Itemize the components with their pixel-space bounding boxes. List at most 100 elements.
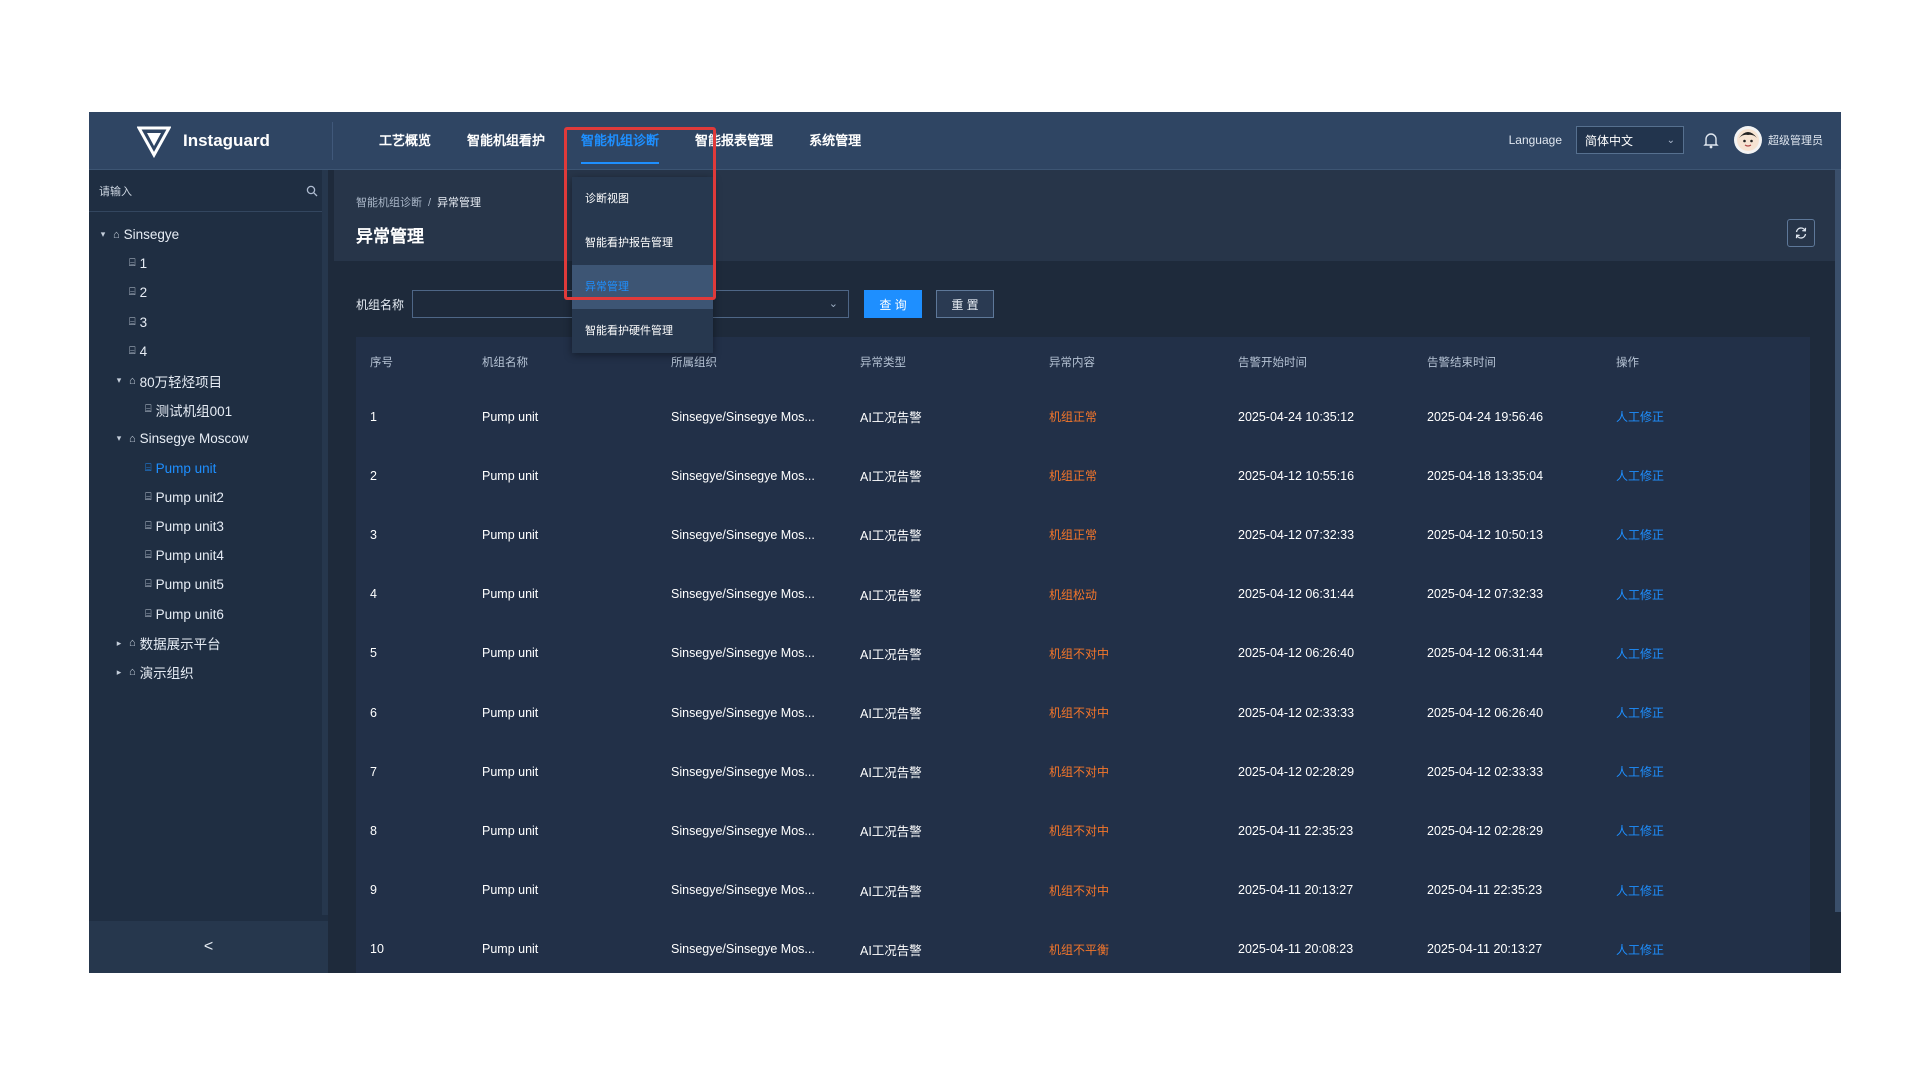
reset-button[interactable]: 重 置	[936, 290, 995, 318]
tree-node-label: Pump unit5	[155, 577, 224, 593]
tree-node[interactable]: ⌸ Pump unit5	[89, 570, 321, 599]
caret-down-icon[interactable]: ▾	[97, 229, 109, 240]
manual-correction-link[interactable]: 人工修正	[1616, 586, 1766, 603]
tree-node-label: Pump unit4	[155, 548, 224, 564]
tree-node[interactable]: ▾ ⌂ 80万轻烃项目	[89, 366, 321, 395]
caret-down-icon[interactable]: ▾	[113, 433, 125, 444]
bell-icon[interactable]	[1702, 131, 1720, 149]
unit-name-label: 机组名称	[356, 297, 405, 312]
tree-node[interactable]: ⌸ 1	[89, 249, 321, 278]
sidebar-search[interactable]: 请输入	[89, 170, 328, 212]
manual-correction-link[interactable]: 人工修正	[1616, 408, 1766, 425]
brand-divider	[332, 122, 333, 160]
manual-correction-link[interactable]: 人工修正	[1616, 704, 1766, 721]
search-input[interactable]: 请输入	[99, 183, 132, 199]
nav-item-process-overview[interactable]: 工艺概览	[379, 112, 431, 170]
diagnosis-dropdown-menu: 诊断视图 智能看护报告管理 异常管理 智能看护硬件管理	[572, 177, 713, 353]
tree-node[interactable]: ⌸ 2	[89, 278, 321, 307]
manual-correction-link[interactable]: 人工修正	[1616, 941, 1766, 958]
cell-alarm-start: 2025-04-12 02:28:29	[1238, 764, 1355, 779]
manual-correction-link[interactable]: 人工修正	[1616, 882, 1766, 899]
cell-anomaly-type: AI工况告警	[860, 884, 922, 899]
nav-item-unit-care[interactable]: 智能机组看护	[467, 112, 545, 170]
cell-organization: Sinsegye/Sinsegye Mos...	[671, 823, 815, 838]
tree-node-label: Sinsegye Moscow	[139, 431, 249, 447]
cell-anomaly-content: 机组不平衡	[1049, 942, 1110, 957]
main-scrollbar[interactable]	[1835, 170, 1841, 912]
cell-alarm-end: 2025-04-12 02:33:33	[1427, 764, 1544, 779]
tree-node[interactable]: ▾ ⌂ Sinsegye Moscow	[89, 424, 321, 453]
user-name[interactable]: 超级管理员	[1768, 132, 1823, 148]
tree-node[interactable]: ⌸ Pump unit4	[89, 541, 321, 570]
cell-unit-name: Pump unit	[482, 409, 539, 424]
tree-node[interactable]: ⌸ Pump unit2	[89, 483, 321, 512]
cell-unit-name: Pump unit	[482, 823, 539, 838]
page-title: 异常管理	[356, 227, 424, 246]
top-bar: Instaguard 工艺概览 智能机组看护 智能机组诊断 智能报表管理 系统管…	[89, 112, 1841, 170]
cell-alarm-end: 2025-04-11 20:13:27	[1427, 942, 1543, 957]
organization-icon: ⌂	[129, 374, 136, 387]
nav-item-report-management[interactable]: 智能报表管理	[695, 112, 773, 170]
manual-correction-link[interactable]: 人工修正	[1616, 763, 1766, 780]
cell-anomaly-type: AI工况告警	[860, 943, 922, 958]
tree-node[interactable]: ▾ ⌂ Sinsegye	[89, 220, 321, 249]
cell-index: 3	[370, 527, 377, 542]
tree-node[interactable]: ⌸ 4	[89, 337, 321, 366]
brand[interactable]: Instaguard	[137, 124, 270, 158]
menu-item-care-hardware-management[interactable]: 智能看护硬件管理	[572, 309, 713, 353]
breadcrumb-parent[interactable]: 智能机组诊断	[356, 197, 422, 209]
tree-node[interactable]: ⌸ Pump unit6	[89, 599, 321, 628]
breadcrumb-current: 异常管理	[437, 197, 482, 209]
table-row: 5 Pump unit Sinsegye/Sinsegye Mos... AI工况告警…	[356, 624, 1810, 683]
table-body: 1 Pump unit Sinsegye/Sinsegye Mos... AI工况告警…	[356, 387, 1810, 973]
manual-correction-link[interactable]: 人工修正	[1616, 467, 1766, 484]
tree-node-label: Pump unit	[155, 460, 217, 476]
header-index: 序号	[370, 357, 393, 369]
unit-icon: ⌸	[129, 344, 136, 357]
cell-index: 9	[370, 883, 377, 898]
tree-node[interactable]: ⌸ 3	[89, 308, 321, 337]
cell-anomaly-type: AI工况告警	[860, 411, 922, 426]
menu-item-care-report-management[interactable]: 智能看护报告管理	[572, 221, 713, 265]
refresh-button[interactable]	[1787, 219, 1815, 247]
organization-icon: ⌂	[129, 666, 136, 679]
cell-index: 4	[370, 587, 377, 602]
table-row: 9 Pump unit Sinsegye/Sinsegye Mos... AI工况告警…	[356, 861, 1810, 920]
cell-organization: Sinsegye/Sinsegye Mos...	[671, 527, 815, 542]
cell-organization: Sinsegye/Sinsegye Mos...	[671, 942, 815, 957]
caret-down-icon[interactable]: ▾	[113, 375, 125, 386]
cell-alarm-end: 2025-04-12 07:32:33	[1427, 587, 1544, 602]
menu-item-anomaly-management[interactable]: 异常管理	[572, 265, 713, 309]
tree-node-label: 2	[139, 285, 148, 301]
org-tree: ▾ ⌂ Sinsegye ⌸ 1 ⌸ 2 ⌸ 3 ⌸ 4 ▾ ⌂ 80万轻烃项目 ⌸ 测试机组001 ▾ ⌂ Sin…	[89, 220, 321, 687]
manual-correction-link[interactable]: 人工修正	[1616, 526, 1766, 543]
avatar[interactable]	[1734, 126, 1762, 154]
language-select[interactable]: 简体中文 ⌄	[1576, 126, 1684, 154]
nav-item-system-management[interactable]: 系统管理	[809, 112, 861, 170]
manual-correction-link[interactable]: 人工修正	[1616, 822, 1766, 839]
cell-unit-name: Pump unit	[482, 705, 539, 720]
language-value: 简体中文	[1585, 133, 1634, 148]
page-header: 智能机组诊断 / 异常管理 异常管理	[334, 170, 1841, 261]
tree-node[interactable]: ▸ ⌂ 数据展示平台	[89, 629, 321, 658]
tree-node[interactable]: ▸ ⌂ 演示组织	[89, 658, 321, 687]
sidebar-collapse-button[interactable]: <	[89, 921, 328, 973]
nav-item-unit-diagnosis[interactable]: 智能机组诊断	[581, 112, 660, 170]
header-organization: 所属组织	[671, 357, 717, 369]
tree-node-label: 1	[139, 256, 148, 272]
menu-item-diagnosis-view[interactable]: 诊断视图	[572, 177, 713, 221]
cell-organization: Sinsegye/Sinsegye Mos...	[671, 764, 815, 779]
caret-right-icon[interactable]: ▸	[113, 638, 125, 649]
table-row: 7 Pump unit Sinsegye/Sinsegye Mos... AI工况告警…	[356, 742, 1810, 801]
query-button[interactable]: 查 询	[864, 290, 923, 318]
cell-anomaly-content: 机组正常	[1049, 410, 1098, 425]
tree-node[interactable]: ⌸ Pump unit	[89, 454, 321, 483]
search-icon[interactable]	[306, 185, 318, 197]
manual-correction-link[interactable]: 人工修正	[1616, 645, 1766, 662]
tree-node[interactable]: ⌸ Pump unit3	[89, 512, 321, 541]
sidebar-scrollbar[interactable]	[322, 170, 328, 915]
unit-icon: ⌸	[129, 257, 136, 270]
tree-node[interactable]: ⌸ 测试机组001	[89, 395, 321, 424]
caret-right-icon[interactable]: ▸	[113, 667, 125, 678]
cell-organization: Sinsegye/Sinsegye Mos...	[671, 883, 815, 898]
